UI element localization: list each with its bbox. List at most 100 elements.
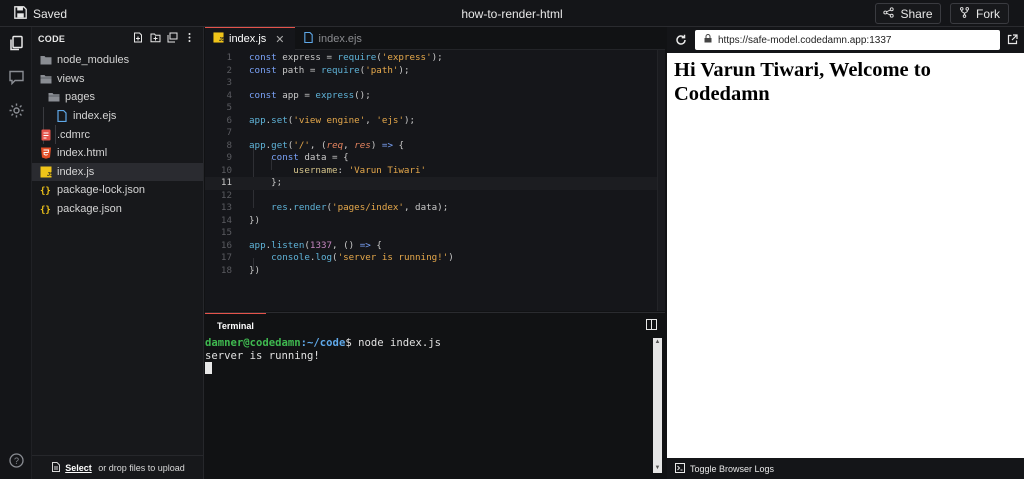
- terminal-prompt-line: damner@codedamn:~/code$ node index.js: [205, 337, 653, 350]
- split-panel-icon[interactable]: [646, 319, 657, 330]
- tab-label: index.ejs: [318, 32, 362, 45]
- code-area[interactable]: 1 const express = require('express'); 2 co…: [205, 50, 665, 311]
- code-line: 5: [226, 102, 232, 113]
- terminal-panel: Terminal damner@codedamn:~/code$ node in…: [205, 312, 665, 479]
- code-line: 4 const app = express();: [226, 89, 371, 101]
- preview-heading: Hi Varun Tiwari, Welcome to Codedamn: [674, 59, 931, 105]
- project-title: how-to-render-html: [461, 7, 563, 21]
- tree-item-cdmrc[interactable]: .cdmrc: [32, 125, 203, 144]
- tree-item-package-lock-json[interactable]: {} package-lock.json: [32, 181, 203, 200]
- code-line-current: 11 };: [205, 177, 665, 190]
- tree-item-views[interactable]: views: [32, 70, 203, 89]
- save-icon: [14, 6, 27, 22]
- upload-select-link[interactable]: Select: [65, 463, 92, 473]
- preview-url-bar: https://safe-model.codedamn.app:1337: [667, 27, 1024, 53]
- new-file-icon[interactable]: [133, 32, 144, 43]
- code-line: 16 app.listen(1337, () => {: [220, 239, 382, 251]
- tree-item-label: index.js: [57, 165, 95, 178]
- tree-item-pages[interactable]: pages: [32, 88, 203, 107]
- scroll-down-icon[interactable]: ▼: [653, 464, 662, 473]
- terminal-user: damner@codedamn: [205, 337, 301, 349]
- tab-terminal[interactable]: Terminal: [205, 313, 266, 337]
- collapse-all-icon[interactable]: [167, 32, 178, 43]
- chat-icon[interactable]: [8, 69, 25, 86]
- upload-file-icon: [51, 461, 61, 474]
- explorer-title: CODE: [38, 34, 66, 44]
- code-line: 8 app.get('/', (req, res) => {: [226, 139, 405, 151]
- tree-item-index-ejs[interactable]: index.ejs: [32, 107, 203, 126]
- browser-preview: https://safe-model.codedamn.app:1337 Hi …: [667, 27, 1024, 479]
- settings-gear-icon[interactable]: [8, 102, 25, 119]
- svg-text:JS: JS: [47, 172, 52, 178]
- code-editor: JS index.js ✕ index.ejs 1const express =…: [205, 27, 665, 311]
- open-external-icon[interactable]: [1007, 34, 1018, 45]
- url-input[interactable]: https://safe-model.codedamn.app:1337: [695, 30, 1000, 50]
- new-folder-icon[interactable]: [150, 32, 161, 43]
- js-file-icon: JS: [213, 32, 226, 46]
- code-line: 3: [226, 77, 232, 88]
- file-icon: [56, 110, 68, 123]
- terminal-cursor-line: [205, 362, 653, 375]
- tree-item-index-html[interactable]: index.html: [32, 144, 203, 163]
- terminal-command: $ node index.js: [345, 337, 441, 349]
- top-bar: Saved how-to-render-html Share Fork: [0, 0, 1024, 27]
- code-line: 12: [220, 189, 232, 201]
- tab-index-js[interactable]: JS index.js ✕: [205, 27, 295, 50]
- saved-label: Saved: [33, 7, 68, 21]
- svg-text:{}: {}: [40, 187, 51, 197]
- svg-text:?: ?: [14, 456, 19, 466]
- folder-open-icon: [48, 91, 60, 103]
- svg-text:JS: JS: [219, 37, 224, 43]
- svg-text:{}: {}: [40, 206, 51, 216]
- toggle-browser-logs-button[interactable]: Toggle Browser Logs: [667, 458, 1024, 479]
- share-icon: [883, 6, 895, 21]
- upload-hint: or drop files to upload: [95, 462, 185, 473]
- fork-button[interactable]: Fork: [950, 3, 1009, 24]
- logs-label: Toggle Browser Logs: [690, 463, 775, 474]
- close-tab-icon[interactable]: ✕: [275, 33, 284, 46]
- code-line: 6 app.set('view engine', 'ejs');: [226, 114, 416, 126]
- code-line: 14}): [220, 214, 261, 226]
- config-file-icon: [40, 129, 52, 141]
- tree-item-label: pages: [65, 91, 95, 104]
- file-explorer: CODE node_modules views pages index.ejs: [32, 27, 204, 479]
- html5-icon: [40, 147, 52, 159]
- folder-icon: [40, 54, 52, 66]
- tree-item-index-js[interactable]: JS index.js: [32, 162, 203, 182]
- terminal-cursor: [205, 362, 212, 374]
- save-status: Saved: [14, 6, 67, 22]
- folder-open-icon: [40, 73, 52, 85]
- share-button[interactable]: Share: [875, 3, 941, 24]
- tree-item-package-json[interactable]: {} package.json: [32, 200, 203, 219]
- explorer-header: CODE: [32, 27, 203, 51]
- code-line: 13 res.render('pages/index', data);: [220, 202, 449, 213]
- scroll-up-icon[interactable]: ▲: [653, 338, 662, 347]
- files-icon[interactable]: [8, 35, 25, 52]
- tab-index-ejs[interactable]: index.ejs: [295, 27, 372, 50]
- code-line: 2 const path = require('path');: [226, 64, 410, 76]
- editor-scrollbar[interactable]: [657, 50, 665, 311]
- file-tree: node_modules views pages index.ejs .cdmr…: [32, 51, 203, 218]
- code-line: 15: [220, 227, 232, 238]
- terminal-scrollbar[interactable]: ▲ ▼: [653, 338, 662, 473]
- upload-area[interactable]: Select or drop files to upload: [32, 455, 204, 479]
- code-line: 1 const express = require('express');: [226, 52, 443, 63]
- json-icon: {}: [40, 203, 52, 216]
- tree-item-label: package-lock.json: [57, 184, 146, 197]
- code-line: 10 username: 'Varun Tiwari': [220, 164, 427, 176]
- tree-item-label: package.json: [57, 203, 122, 216]
- json-icon: {}: [40, 184, 52, 197]
- more-options-icon[interactable]: [184, 32, 195, 43]
- lock-icon: [704, 34, 712, 46]
- editor-tab-bar: JS index.js ✕ index.ejs: [205, 27, 665, 50]
- help-icon[interactable]: ?: [8, 452, 25, 469]
- terminal-output[interactable]: damner@codedamn:~/code$ node index.js se…: [205, 337, 653, 477]
- file-icon: [303, 31, 314, 46]
- reload-icon[interactable]: [675, 34, 687, 46]
- activity-bar: ?: [0, 27, 32, 479]
- code-line: 18}): [220, 264, 261, 276]
- code-line: 7: [226, 127, 232, 138]
- tree-item-node-modules[interactable]: node_modules: [32, 51, 203, 70]
- tree-item-label: node_modules: [57, 54, 130, 67]
- terminal-path: :~/code: [300, 337, 346, 349]
